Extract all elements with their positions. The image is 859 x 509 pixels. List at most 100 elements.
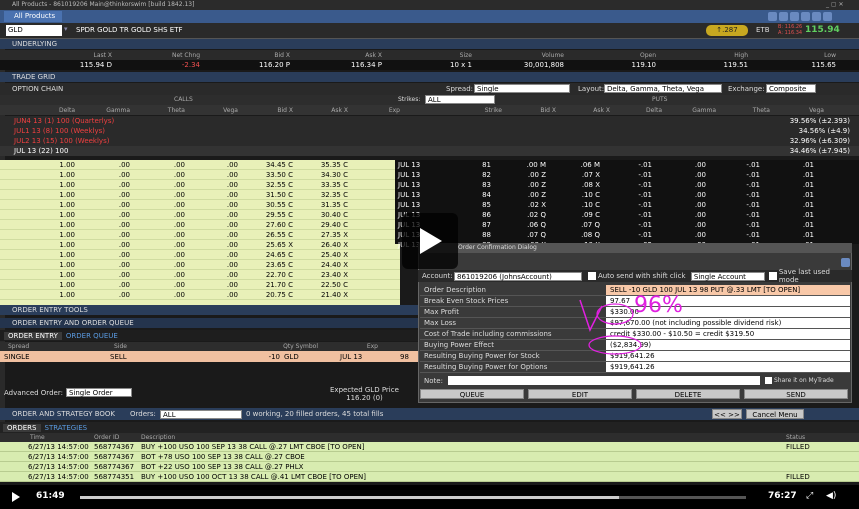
- note-input[interactable]: [448, 376, 760, 385]
- call-row[interactable]: 1.00 .00 .00 .00 24.65 C 25.40 X: [0, 250, 400, 260]
- trade-grid-header[interactable]: TRADE GRID: [0, 72, 859, 82]
- put-row[interactable]: JUL 13 84 .00 Z .10 C -.01 .00 -.01 .01: [395, 190, 859, 200]
- orders-list: 6/27/13 14:57:00 568774367 BUY +100 USO 10…: [0, 442, 859, 482]
- option-chain-title[interactable]: OPTION CHAIN: [12, 85, 63, 93]
- order-side[interactable]: SELL: [110, 353, 220, 361]
- layout-select[interactable]: Delta, Gamma, Theta, Vega: [604, 84, 722, 93]
- expiration-row[interactable]: JUL 13 (22) 100 34.46% (±7.945): [0, 146, 859, 156]
- link-icon[interactable]: [779, 12, 788, 21]
- put-row[interactable]: JUL 1388.07 Q.08 Q-.01.00-.01.01: [395, 230, 859, 240]
- tab-orders[interactable]: ORDERS: [3, 423, 41, 432]
- video-progress-track[interactable]: [80, 496, 746, 499]
- video-play-icon[interactable]: [12, 492, 20, 502]
- tab-order-queue[interactable]: ORDER QUEUE: [61, 331, 122, 340]
- volume-icon[interactable]: ◀): [826, 491, 836, 501]
- call-cell: 1.00: [59, 231, 75, 239]
- send-button[interactable]: SEND: [744, 389, 848, 399]
- order-row[interactable]: 6/27/13 14:57:00 568774367 BOT +78 USO 100…: [0, 452, 859, 462]
- queue-button[interactable]: QUEUE: [420, 389, 524, 399]
- fullscreen-icon[interactable]: ⤢: [806, 491, 813, 501]
- strikes-select[interactable]: ALL: [425, 95, 495, 104]
- call-row[interactable]: 1.00 .00 .00 .00 20.75 C 21.40 X: [0, 290, 400, 300]
- call-cell: 23.65 C: [265, 261, 293, 269]
- call-row[interactable]: 1.00 .00 .00 .00 31.50 C 32.35 C: [0, 190, 400, 200]
- call-row[interactable]: 1.00 .00 .00 .00 22.70 C 23.40 X: [0, 270, 400, 280]
- cancel-menu-button[interactable]: Cancel Menu: [746, 409, 804, 419]
- tab-all-products[interactable]: All Products: [4, 11, 62, 22]
- order-qty[interactable]: -10: [220, 353, 280, 361]
- call-row[interactable]: 1.00 .00 .00 .00 21.70 C 22.50 C: [0, 280, 400, 290]
- put-row[interactable]: JUL 1387.06 Q.07 Q-.01.00-.01.01: [395, 220, 859, 230]
- call-row[interactable]: 1.00 .00 .00 .00 33.50 C 34.30 C: [0, 170, 400, 180]
- mode-select[interactable]: Single Account: [690, 271, 765, 281]
- order-entry-queue-header[interactable]: ORDER ENTRY AND ORDER QUEUE: [0, 318, 420, 328]
- spread-select[interactable]: Single: [474, 84, 570, 93]
- order-entry-tools-header[interactable]: ORDER ENTRY TOOLS: [0, 305, 420, 315]
- order-book-title[interactable]: ORDER AND STRATEGY BOOK: [0, 410, 130, 418]
- gear-icon[interactable]: [790, 12, 799, 21]
- hdr-high: High: [734, 51, 748, 59]
- maximize-icon[interactable]: [812, 12, 821, 21]
- expected-price-value: 116.20 (0): [346, 394, 383, 402]
- order-symbol[interactable]: GLD: [280, 353, 340, 361]
- settings-icon[interactable]: [768, 12, 777, 21]
- call-cell: 33.35 C: [320, 181, 348, 189]
- put-row[interactable]: JUL 1386.02 Q.09 C-.01.00-.01.01: [395, 210, 859, 220]
- call-row[interactable]: 1.00 .00 .00 .00 30.55 C 31.35 C: [0, 200, 400, 210]
- call-row[interactable]: 1.00 .00 .00 .00 27.60 C 29.40 C: [0, 220, 400, 230]
- call-row[interactable]: 1.00 .00 .00 .00 32.55 C 33.35 C: [0, 180, 400, 190]
- call-row[interactable]: 1.00 .00 .00 .00 34.45 C 35.35 C: [0, 160, 400, 170]
- put-row[interactable]: JUL 13 82 .00 Z .07 X -.01 .00 -.01 .01: [395, 170, 859, 180]
- put-cell: 85: [482, 201, 491, 209]
- symbol-input[interactable]: GLD: [6, 25, 62, 36]
- put-row[interactable]: JUL 13 83 .00 Z .08 X -.01 .00 -.01 .01: [395, 180, 859, 190]
- call-row[interactable]: 1.00 .00 .00 .00 26.55 C 27.35 X: [0, 230, 400, 240]
- col-put-bid: Bid X: [540, 106, 556, 114]
- delete-button[interactable]: DELETE: [636, 389, 740, 399]
- put-cell: .10 C: [581, 201, 600, 209]
- underlying-header[interactable]: UNDERLYING: [0, 39, 859, 49]
- edit-button[interactable]: EDIT: [528, 389, 632, 399]
- minimize-icon[interactable]: [801, 12, 810, 21]
- orders-headers: Time Order ID Description Status: [0, 433, 859, 442]
- put-cell: -.01: [746, 221, 760, 229]
- window-controls[interactable]: _ ▢ ✕: [826, 1, 844, 8]
- order-entry-row[interactable]: SINGLE SELL -10 GLD JUL 13 98: [0, 351, 420, 362]
- order-spread[interactable]: SINGLE: [0, 353, 110, 361]
- order-row[interactable]: 6/27/13 14:57:00 568774367 BOT +22 USO 100…: [0, 462, 859, 472]
- put-cell: .02 X: [527, 201, 546, 209]
- window-title: All Products - 861019206 Main@thinkorswi…: [0, 0, 859, 10]
- hdr-bid: Bid X: [274, 51, 290, 59]
- account-select[interactable]: 861019206 (JohnsAccount): [453, 271, 582, 281]
- call-cell: .00: [173, 191, 185, 199]
- symbol-dropdown-icon[interactable]: ▾: [64, 25, 68, 33]
- put-row[interactable]: JUL 13 81 .00 M .06 M -.01 .00 -.01 .01: [395, 160, 859, 170]
- calls-puts-header: CALLS Strikes: ALL PUTS: [0, 95, 859, 105]
- tab-strategies[interactable]: STRATEGIES: [41, 424, 92, 432]
- put-cell: .00 Z: [527, 191, 546, 199]
- put-row[interactable]: JUL 13 85 .02 X .10 C -.01 .00 -.01 .01: [395, 200, 859, 210]
- call-row[interactable]: 1.00 .00 .00 .00 25.65 X 26.40 X: [0, 240, 400, 250]
- call-row[interactable]: 1.00 .00 .00 .00 23.65 C 24.40 X: [0, 260, 400, 270]
- auto-send-checkbox[interactable]: [587, 272, 596, 280]
- expiration-row[interactable]: JUL1 13 (8) 100 (Weeklys) 34.56% (±4.9): [0, 126, 859, 136]
- order-strike[interactable]: 98: [400, 353, 420, 361]
- play-icon[interactable]: [420, 228, 442, 254]
- save-last-checkbox[interactable]: [768, 272, 777, 280]
- exchange-select[interactable]: Composite: [766, 84, 816, 93]
- call-cell: 1.00: [59, 201, 75, 209]
- tab-order-entry[interactable]: ORDER ENTRY: [4, 331, 62, 340]
- expiration-row[interactable]: JUN4 13 (1) 100 (Quarterlys) 39.56% (±2.3…: [0, 116, 859, 126]
- expiration-row[interactable]: JUL2 13 (15) 100 (Weeklys) 32.96% (±6.309…: [0, 136, 859, 146]
- orders-select[interactable]: ALL: [160, 409, 242, 419]
- dialog-settings-icon[interactable]: [841, 258, 850, 267]
- call-row[interactable]: 1.00 .00 .00 .00 29.55 C 30.40 C: [0, 210, 400, 220]
- order-row[interactable]: 6/27/13 14:57:00 568774351 BUY +100 USO 10…: [0, 472, 859, 482]
- order-row[interactable]: 6/27/13 14:57:00 568774367 BUY +100 USO 10…: [0, 442, 859, 452]
- order-exp[interactable]: JUL 13: [340, 353, 400, 361]
- nav-button[interactable]: << >>: [712, 409, 742, 419]
- puts-grid: JUL 13 81 .00 M .06 M -.01 .00 -.01 .01 JUL 13 82…: [395, 160, 859, 249]
- advanced-order-select[interactable]: Single Order: [65, 388, 132, 397]
- close-icon[interactable]: [823, 12, 832, 21]
- share-checkbox[interactable]: [765, 377, 772, 384]
